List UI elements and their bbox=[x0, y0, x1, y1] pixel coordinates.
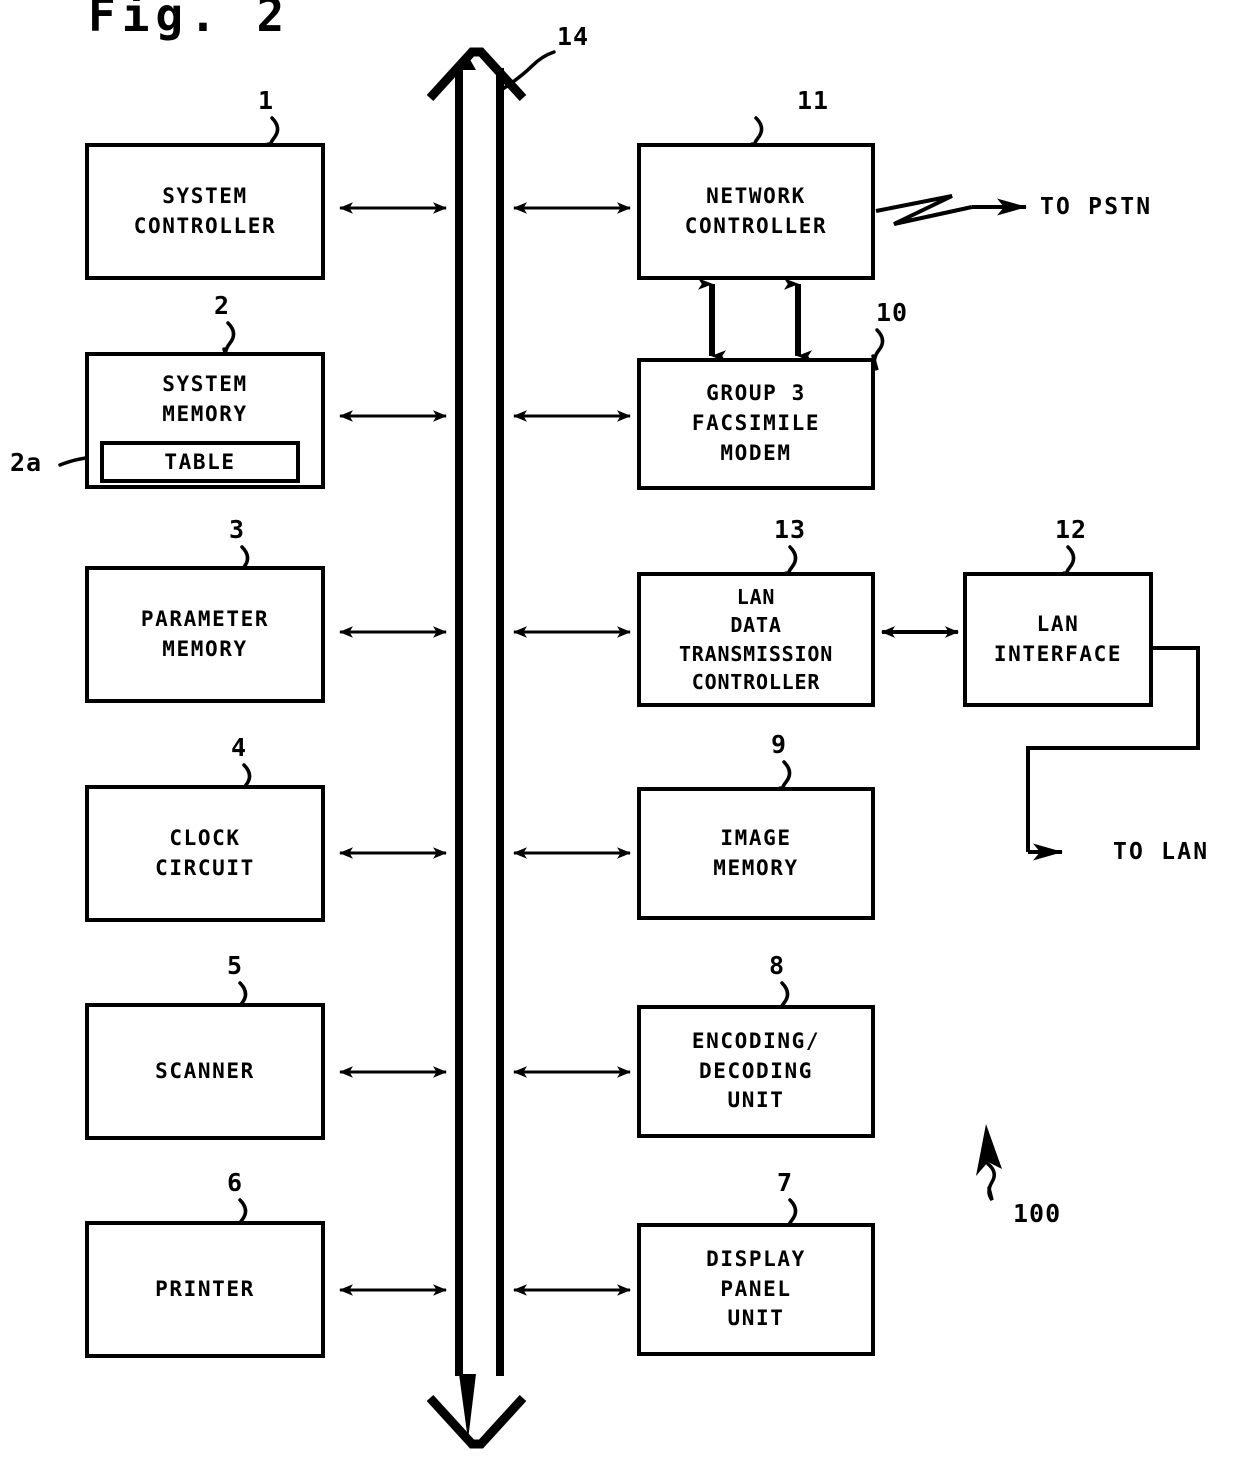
reference-numeral-5: 5 bbox=[227, 951, 244, 980]
label-to-pstn: TO PSTN bbox=[1040, 194, 1153, 220]
block-label-line: CONTROLLER bbox=[133, 213, 277, 238]
block-network-controller[interactable]: NETWORK CONTROLLER bbox=[637, 143, 875, 280]
block-label-line: CONTROLLER bbox=[684, 213, 828, 238]
block-label-line: SYSTEM bbox=[162, 183, 248, 208]
reference-numeral-4: 4 bbox=[231, 733, 248, 762]
block-parameter-memory[interactable]: PARAMETER MEMORY bbox=[85, 566, 325, 703]
reference-numeral-100: 100 bbox=[1013, 1199, 1062, 1228]
block-group-3-facsimile-modem[interactable]: GROUP 3 FACSIMILE MODEM bbox=[637, 358, 875, 490]
block-label-line: IMAGE bbox=[720, 825, 792, 850]
bus-connector-arrows-left bbox=[339, 202, 447, 1296]
block-label-line: MEMORY bbox=[162, 401, 248, 426]
reference-numeral-13: 13 bbox=[774, 515, 807, 544]
bus-connector-arrows-right bbox=[513, 202, 631, 1296]
block-lan-data-transmission-controller[interactable]: LAN DATA TRANSMISSION CONTROLLER bbox=[637, 572, 875, 707]
block-label-line: DECODING bbox=[699, 1058, 813, 1083]
block-system-controller[interactable]: SYSTEM CONTROLLER bbox=[85, 143, 325, 280]
figure-page: Fig. 2 SYSTEM CONTROLLER SYSTEM MEMORY T… bbox=[0, 0, 1240, 1468]
reference-numeral-2a: 2a bbox=[10, 448, 43, 477]
block-label-line: MEMORY bbox=[713, 855, 799, 880]
reference-numeral-14: 14 bbox=[557, 22, 590, 51]
label-to-lan: TO LAN bbox=[1113, 839, 1210, 865]
block-label-line: FACSIMILE bbox=[691, 411, 821, 436]
reference-numeral-8: 8 bbox=[769, 951, 786, 980]
block-label-line: PRINTER bbox=[155, 1276, 255, 1301]
system-pointer-arrow bbox=[976, 1124, 1002, 1202]
block-label-line: CLOCK bbox=[169, 825, 241, 850]
reference-numeral-12: 12 bbox=[1055, 515, 1088, 544]
reference-numeral-9: 9 bbox=[771, 730, 788, 759]
block-scanner[interactable]: SCANNER bbox=[85, 1003, 325, 1140]
figure-title: Fig. 2 bbox=[88, 0, 291, 42]
block-label-line: DATA bbox=[730, 613, 782, 638]
to-pstn-connector bbox=[875, 194, 1027, 226]
block-display-panel-unit[interactable]: DISPLAY PANEL UNIT bbox=[637, 1223, 875, 1356]
block-label-line: TABLE bbox=[164, 450, 236, 474]
reference-numeral-2: 2 bbox=[214, 291, 231, 320]
block-label-line: MODEM bbox=[720, 440, 792, 465]
block-label-line: PARAMETER bbox=[140, 606, 270, 631]
block-label-line: NETWORK bbox=[706, 183, 806, 208]
block-label-line: TRANSMISSION bbox=[678, 641, 834, 666]
block-label-line: LAN bbox=[736, 584, 776, 609]
block-clock-circuit[interactable]: CLOCK CIRCUIT bbox=[85, 785, 325, 922]
block-label-line: INTERFACE bbox=[993, 641, 1123, 666]
block-label-line: PANEL bbox=[720, 1276, 792, 1301]
block-label-line: UNIT bbox=[727, 1306, 785, 1331]
block-label-line: CONTROLLER bbox=[691, 669, 821, 694]
reference-numeral-7: 7 bbox=[777, 1168, 794, 1197]
reference-numeral-1: 1 bbox=[258, 86, 275, 115]
block-label-line: LAN bbox=[1036, 611, 1080, 636]
block-label-line: UNIT bbox=[727, 1088, 785, 1113]
block-label-line: CIRCUIT bbox=[155, 855, 255, 880]
block-label-line: GROUP 3 bbox=[706, 381, 806, 406]
system-bus bbox=[426, 47, 527, 1449]
reference-numeral-6: 6 bbox=[227, 1168, 244, 1197]
block-image-memory[interactable]: IMAGE MEMORY bbox=[637, 787, 875, 920]
block-label-line: SCANNER bbox=[155, 1058, 255, 1083]
block-label-line: DISPLAY bbox=[706, 1246, 806, 1271]
block-label-line: SYSTEM bbox=[162, 372, 248, 396]
block-encoding-decoding-unit[interactable]: ENCODING/ DECODING UNIT bbox=[637, 1005, 875, 1138]
reference-numeral-3: 3 bbox=[229, 515, 246, 544]
block-table[interactable]: TABLE bbox=[100, 441, 300, 483]
reference-numeral-11: 11 bbox=[797, 86, 830, 115]
block-label-line: MEMORY bbox=[162, 636, 248, 661]
block-printer[interactable]: PRINTER bbox=[85, 1221, 325, 1358]
nc-modem-arrows bbox=[698, 278, 812, 362]
block-label-line: ENCODING/ bbox=[691, 1028, 821, 1053]
block-lan-interface[interactable]: LAN INTERFACE bbox=[963, 572, 1153, 707]
reference-numeral-10: 10 bbox=[876, 298, 909, 327]
